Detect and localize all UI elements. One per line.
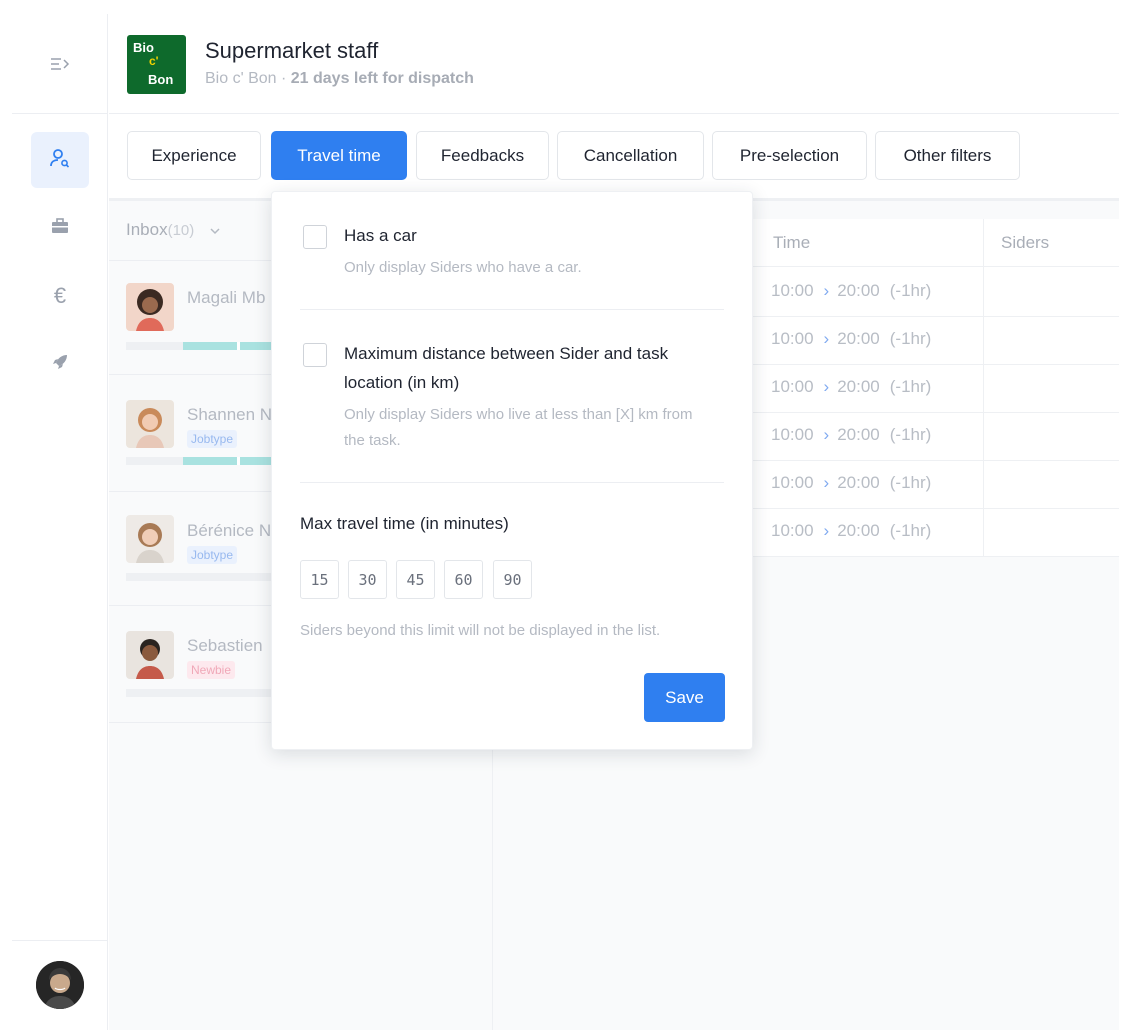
user-search-icon	[48, 146, 72, 175]
progress-fill	[183, 457, 272, 465]
travel-time-filter-popover: Has a car Only display Siders who have a…	[271, 191, 753, 750]
travel-time-option[interactable]: 60	[444, 560, 483, 599]
travel-time-option[interactable]: 30	[348, 560, 387, 599]
chevron-right-icon: ›	[823, 473, 830, 492]
avatar	[126, 400, 174, 448]
row-divider	[753, 508, 1119, 509]
table-row[interactable]: 10:00 › 20:00 (-1hr)	[771, 281, 931, 301]
chevron-down-icon	[209, 220, 221, 239]
travel-time-option[interactable]: 15	[300, 560, 339, 599]
column-divider	[983, 219, 984, 556]
table-row[interactable]: 10:00 › 20:00 (-1hr)	[771, 425, 931, 445]
sidebar-item-jobs[interactable]	[31, 200, 89, 256]
has-car-checkbox[interactable]	[303, 225, 327, 249]
sidebar-divider	[12, 113, 108, 114]
max-travel-time-title: Max travel time (in minutes)	[300, 514, 509, 533]
collapse-menu-icon[interactable]	[50, 56, 72, 72]
euro-icon: €	[53, 283, 67, 308]
save-button[interactable]: Save	[644, 673, 725, 722]
chevron-right-icon: ›	[823, 329, 830, 348]
chevron-right-icon: ›	[823, 377, 830, 396]
tab-experience[interactable]: Experience	[127, 131, 261, 180]
has-car-label: Has a car	[344, 226, 417, 245]
progress-bar	[126, 342, 274, 350]
table-row[interactable]: 10:00 › 20:00 (-1hr)	[771, 377, 931, 397]
sidebar-divider	[12, 940, 108, 941]
list-item-name[interactable]: Sebastien	[187, 636, 263, 656]
travel-time-option[interactable]: 45	[396, 560, 435, 599]
inbox-dropdown[interactable]: Inbox(10)	[126, 220, 221, 240]
company-logo: Bio c' Bon	[127, 35, 186, 94]
row-divider	[753, 412, 1119, 413]
table-row[interactable]: 10:00 › 20:00 (-1hr)	[771, 521, 931, 541]
row-divider	[753, 460, 1119, 461]
briefcase-icon	[50, 217, 70, 240]
chevron-right-icon: ›	[823, 425, 830, 444]
has-car-description: Only display Siders who have a car.	[344, 259, 582, 276]
avatar	[126, 283, 174, 331]
row-divider	[753, 556, 1119, 557]
table-row[interactable]: 10:00 › 20:00 (-1hr)	[771, 329, 931, 349]
chevron-right-icon: ›	[823, 281, 830, 300]
page-header: Bio c' Bon Supermarket staff Bio c' Bon …	[109, 14, 1119, 114]
travel-time-hint: Siders beyond this limit will not be dis…	[300, 622, 661, 639]
progress-bar	[126, 689, 274, 697]
rocket-icon	[50, 352, 70, 377]
chevron-right-icon: ›	[823, 521, 830, 540]
row-divider	[753, 316, 1119, 317]
max-distance-checkbox[interactable]	[303, 343, 327, 367]
page-subtitle: Bio c' Bon · 21 days left for dispatch	[205, 70, 474, 87]
page-title: Supermarket staff	[205, 38, 379, 63]
tab-feedbacks[interactable]: Feedbacks	[416, 131, 549, 180]
travel-time-option[interactable]: 90	[493, 560, 532, 599]
progress-bar	[126, 573, 274, 581]
tab-cancellation[interactable]: Cancellation	[557, 131, 704, 180]
newbie-badge: Newbie	[187, 661, 236, 679]
tab-other-filters[interactable]: Other filters	[875, 131, 1020, 180]
avatar	[126, 631, 174, 679]
progress-fill	[183, 342, 272, 350]
row-divider	[753, 364, 1119, 365]
max-distance-label: Maximum distance between Sider and task …	[344, 344, 669, 392]
list-item-name[interactable]: Magali Mb	[187, 288, 265, 308]
popover-divider	[300, 482, 724, 483]
popover-divider	[300, 309, 724, 310]
jobtype-badge: Jobtype	[187, 546, 238, 564]
progress-bar	[126, 457, 274, 465]
list-item-name[interactable]: Bérénice N	[187, 521, 271, 541]
tab-travel-time[interactable]: Travel time	[271, 131, 407, 180]
sidebar-item-launch[interactable]	[31, 336, 89, 392]
sidebar-item-payments[interactable]: €	[31, 268, 89, 324]
max-distance-description: Only display Siders who live at less tha…	[344, 406, 693, 449]
table-header-time: Time	[773, 233, 811, 252]
tab-pre-selection[interactable]: Pre-selection	[712, 131, 867, 180]
table-header-siders: Siders	[1001, 233, 1050, 252]
avatar	[126, 515, 174, 563]
sidebar: €	[12, 14, 108, 1030]
jobtype-badge: Jobtype	[187, 430, 238, 448]
user-avatar[interactable]	[36, 961, 84, 1009]
sidebar-item-users-search[interactable]	[31, 132, 89, 188]
row-divider	[753, 266, 1119, 267]
table-row[interactable]: 10:00 › 20:00 (-1hr)	[771, 473, 931, 493]
list-item-name[interactable]: Shannen N	[187, 405, 272, 425]
